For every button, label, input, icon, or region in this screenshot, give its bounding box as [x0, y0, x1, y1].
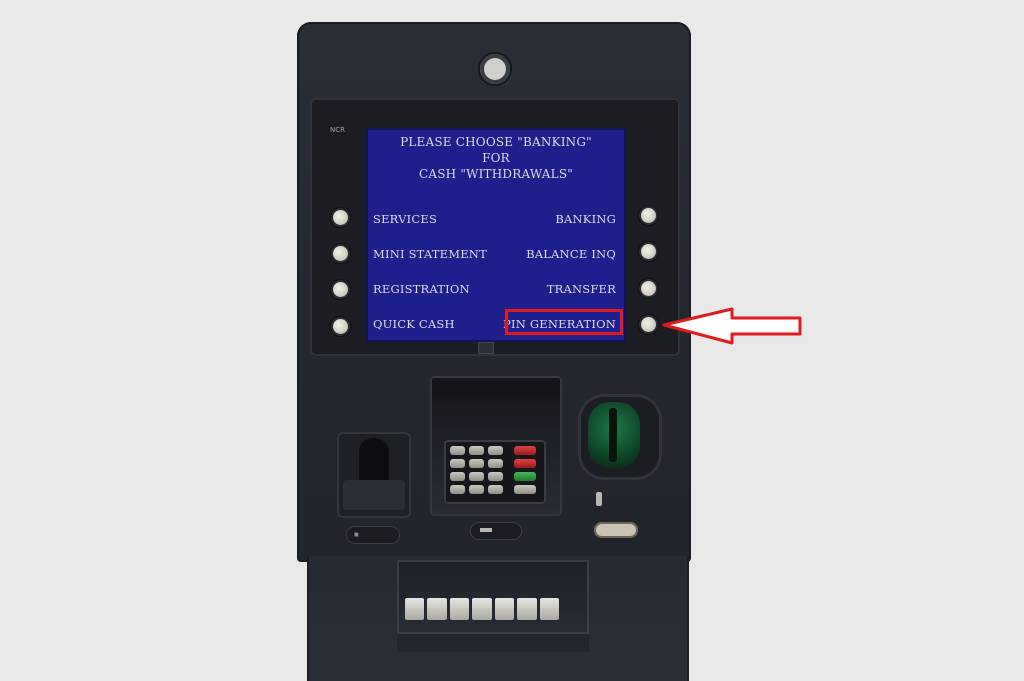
arrow-shape	[662, 307, 802, 345]
left-arrow-icon	[662, 307, 802, 345]
